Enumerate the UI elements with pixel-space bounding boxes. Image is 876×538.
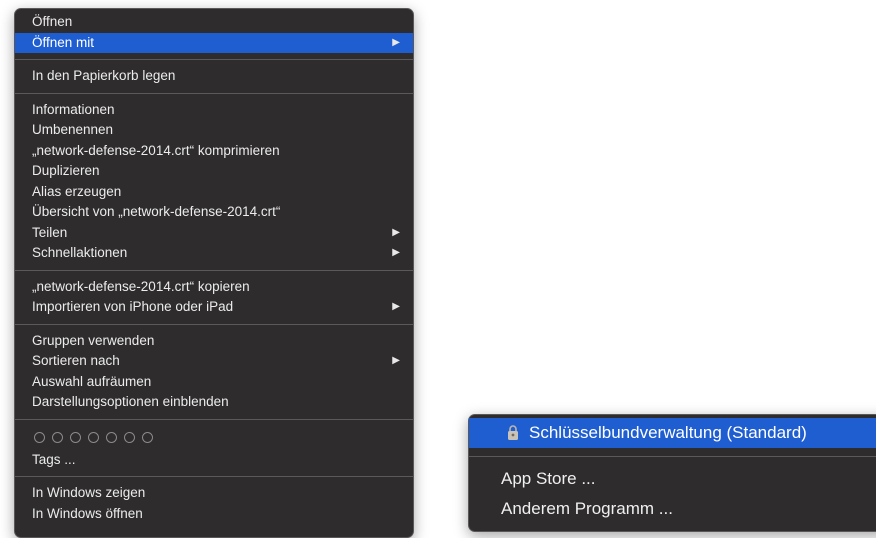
menu-item-sortieren-nach[interactable]: Sortieren nach ▶ [15, 351, 413, 372]
menu-item-network-defense-2014-crt-komprimieren[interactable]: „network-defense-2014.crt“ komprimieren [15, 141, 413, 162]
open-with-submenu: Schlüsselbundverwaltung (Standard) App S… [468, 414, 876, 532]
submenu-item-label: Anderem Programm ... [501, 499, 673, 518]
menu-item-label: Öffnen [32, 14, 73, 29]
keychain-icon [508, 425, 518, 440]
menu-item-label: „network-defense-2014.crt“ komprimieren [32, 142, 280, 158]
menu-item-teilen[interactable]: Teilen ▶ [15, 223, 413, 244]
separator [15, 269, 413, 271]
tag-color-circle-icon[interactable] [52, 432, 63, 443]
submenu-item-label: Schlüsselbundverwaltung (Standard) [529, 423, 807, 442]
menu-item-öffnen[interactable]: Öffnen [15, 12, 413, 33]
tag-color-circle-icon[interactable] [34, 432, 45, 443]
menu-item-duplizieren[interactable]: Duplizieren [15, 161, 413, 182]
menu-item-öffnen-mit[interactable]: Öffnen mit ▶ [15, 32, 413, 53]
submenu-item-app-store[interactable]: App Store ... [469, 464, 876, 494]
menu-item-label: Öffnen mit [32, 34, 95, 50]
menu-item-label: In den Papierkorb legen [32, 68, 176, 83]
menu-item-label: Gruppen verwenden [32, 332, 155, 348]
submenu-arrow-icon: ▶ [392, 301, 400, 312]
tag-color-circle-icon[interactable] [106, 432, 117, 443]
menu-item-umbenennen[interactable]: Umbenennen [15, 120, 413, 141]
menu-item-in-windows-zeigen[interactable]: In Windows zeigen [15, 483, 413, 504]
menu-item-auswahl-aufräumen[interactable]: Auswahl aufräumen [15, 372, 413, 393]
menu-item-label: Alias erzeugen [32, 183, 122, 199]
menu-item-label: Tags ... [32, 451, 76, 467]
menu-item-label: Informationen [32, 101, 115, 117]
menu-item-in-den-papierkorb-legen[interactable]: In den Papierkorb legen [15, 66, 413, 87]
menu-item-label: In Windows zeigen [32, 485, 146, 500]
submenu-arrow-icon: ▶ [392, 355, 400, 366]
separator [15, 418, 413, 420]
menu-item-label: Sortieren nach [32, 353, 120, 368]
tag-color-circle-icon[interactable] [142, 432, 153, 443]
submenu-item-keychain-default[interactable]: Schlüsselbundverwaltung (Standard) [469, 418, 876, 448]
separator [469, 456, 876, 457]
menu-item-schnellaktionen[interactable]: Schnellaktionen ▶ [15, 243, 413, 264]
menu-item-label: Schnellaktionen [32, 245, 128, 260]
menu-item-label: „network-defense-2014.crt“ kopieren [32, 278, 250, 294]
menu-item-alias-erzeugen[interactable]: Alias erzeugen [15, 182, 413, 203]
context-menu: Öffnen Öffnen mit ▶ In den Papierkorb legen… [14, 8, 414, 538]
menu-item-informationen[interactable]: Informationen [15, 100, 413, 121]
menu-item-label: Importieren von iPhone oder iPad [32, 299, 234, 314]
menu-item-importieren-von-iphone-oder-ipad[interactable]: Importieren von iPhone oder iPad ▶ [15, 297, 413, 318]
menu-item-label: Darstellungsoptionen einblenden [32, 394, 229, 409]
submenu-item-label: App Store ... [501, 469, 596, 488]
submenu-arrow-icon: ▶ [392, 36, 400, 48]
submenu-arrow-icon: ▶ [392, 226, 400, 238]
menu-item-tags[interactable]: Tags ... [15, 450, 413, 471]
separator [15, 323, 413, 325]
menu-item-label: In Windows öffnen [32, 505, 143, 521]
separator [15, 476, 413, 477]
submenu-arrow-icon: ▶ [392, 247, 400, 258]
menu-item-label: Übersicht von „network-defense-2014.crt“ [32, 204, 281, 219]
menu-item-label: Auswahl aufräumen [32, 373, 152, 389]
menu-item-übersicht-von-network-defense-2014-crt[interactable]: Übersicht von „network-defense-2014.crt“ [15, 202, 413, 223]
menu-item-darstellungsoptionen-einblenden[interactable]: Darstellungsoptionen einblenden [15, 392, 413, 413]
menu-item-label: Teilen [32, 224, 68, 240]
menu-item-label: Umbenennen [32, 122, 114, 137]
tag-color-circle-icon[interactable] [88, 432, 99, 443]
menu-item-in-windows-öffnen[interactable]: In Windows öffnen [15, 504, 413, 525]
separator [15, 92, 413, 94]
tag-colors-row [15, 426, 413, 450]
tag-color-circle-icon[interactable] [124, 432, 135, 443]
menu-item-label: Duplizieren [32, 163, 100, 178]
submenu-item-other-app[interactable]: Anderem Programm ... [469, 494, 876, 524]
separator [15, 59, 413, 60]
menu-item-gruppen-verwenden[interactable]: Gruppen verwenden [15, 331, 413, 352]
tag-color-circle-icon[interactable] [70, 432, 81, 443]
menu-item-network-defense-2014-crt-kopieren[interactable]: „network-defense-2014.crt“ kopieren [15, 277, 413, 298]
